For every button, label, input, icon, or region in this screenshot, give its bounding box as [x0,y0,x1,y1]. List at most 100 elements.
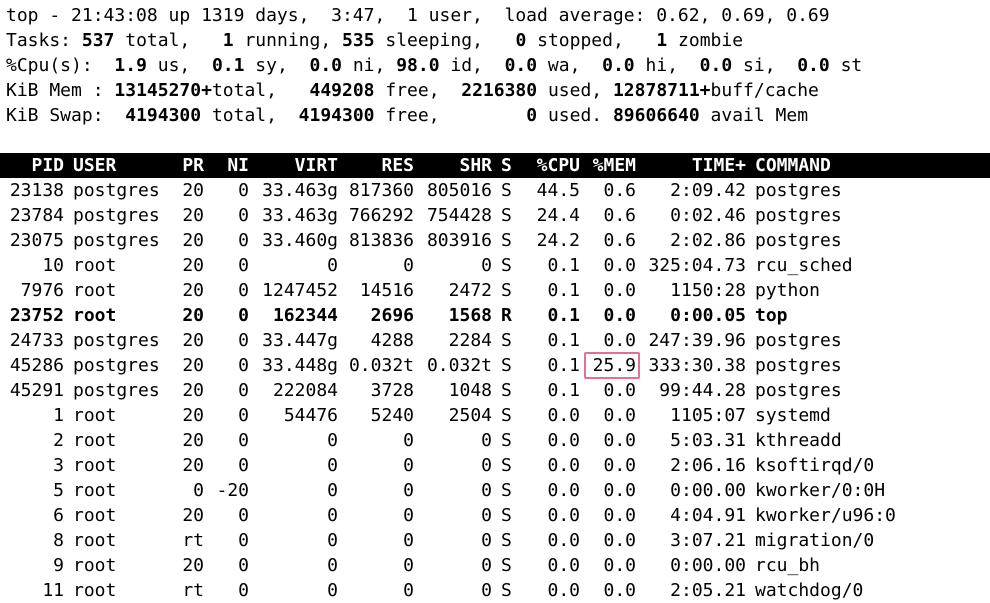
cell-time: 5:03.31 [670,430,746,451]
cell-ni: -20 [216,480,249,501]
cell-command: watchdog/0 [755,580,864,601]
cell-state: S [501,330,512,351]
table-row[interactable]: 45291 postgres 20 0 222084 3728 1048 S 0.1 0.0 99:… [0,378,990,403]
table-row[interactable]: 23138 postgres 20 0 33.463g 817360 805016 S 44.5… [0,178,990,203]
cell-command: postgres [755,180,842,201]
cell-shr: 0 [481,555,492,576]
cell-time: 4:04.91 [670,505,746,526]
cell-state: S [501,355,512,376]
cell-cpu: 24.4 [536,205,580,226]
table-row[interactable]: 45286 postgres 20 0 33.448g 0.032t 0.032t S 0.1 2… [0,353,990,378]
cell-shr: 1568 [448,305,492,326]
cpu-line: %Cpu(s): 1.9 us, 0.1 sy, 0.0 ni, 98.0 id… [6,55,863,76]
cell-ni: 0 [238,330,249,351]
col-virt[interactable]: VIRT [250,153,338,178]
table-row[interactable]: 2 root 20 0 0 0 0 S 0.0 0.0 5:03.31 kthreadd [0,428,990,453]
cell-command: postgres [755,230,842,251]
process-table-header: PID USER PR NI VIRT RES SHR S %CPU %MEM … [0,153,990,178]
cell-time: 1150:28 [670,280,746,301]
table-row[interactable]: 23784 postgres 20 0 33.463g 766292 754428 S 24.4… [0,203,990,228]
col-s[interactable]: S [501,153,515,178]
cell-pr: rt [182,530,204,551]
cell-time: 333:30.38 [648,355,746,376]
cell-state: S [501,480,512,501]
table-row[interactable]: 6 root 20 0 0 0 0 S 0.0 0.0 4:04.91 kworker/u96:0 [0,503,990,528]
table-row[interactable]: 23075 postgres 20 0 33.460g 813836 803916 S 24.2… [0,228,990,253]
cell-command: systemd [755,405,831,426]
cell-command: rcu_sched [755,255,853,276]
cell-user: root [73,280,117,301]
col-time[interactable]: TIME+ [640,153,746,178]
cell-res: 0 [403,430,414,451]
cell-virt: 0 [327,555,338,576]
cell-res: 2696 [370,305,414,326]
cell-pr: 20 [182,330,204,351]
cell-user: root [73,455,117,476]
cell-pr: 20 [182,280,204,301]
cell-pr: 20 [182,305,204,326]
cell-virt: 222084 [272,380,338,401]
col-user[interactable]: USER [73,153,163,178]
cell-cpu: 0.1 [547,330,580,351]
cell-user: postgres [73,180,160,201]
cell-shr: 805016 [426,180,492,201]
cell-mem: 0.0 [603,580,636,601]
table-row[interactable]: 24733 postgres 20 0 33.447g 4288 2284 S 0.1 0.0 24… [0,328,990,353]
cell-state: S [501,280,512,301]
cell-pid: 23752 [9,305,64,326]
cell-pid: 11 [42,580,64,601]
terminal-window[interactable]: top - 21:43:08 up 1319 days, 3:47, 1 use… [0,0,990,603]
uptime-line: top - 21:43:08 up 1319 days, 3:47, 1 use… [6,5,830,26]
cell-mem: 0.0 [603,280,636,301]
cell-shr: 0 [481,455,492,476]
col-mem[interactable]: %MEM [582,153,636,178]
cell-state: S [501,530,512,551]
cell-state: S [501,580,512,601]
cell-pid: 1 [53,405,64,426]
cell-pr: 20 [182,380,204,401]
table-row[interactable]: 7976 root 20 0 1247452 14516 2472 S 0.1 0.0 1150:2… [0,278,990,303]
cell-pid: 6 [53,505,64,526]
cell-cpu: 0.0 [547,480,580,501]
table-row[interactable]: 8 root rt 0 0 0 0 S 0.0 0.0 3:07.21 migration/0 [0,528,990,553]
cell-ni: 0 [238,555,249,576]
cell-time: 2:06.16 [670,455,746,476]
cell-virt: 1247452 [262,280,338,301]
cell-state: S [501,205,512,226]
col-ni[interactable]: NI [205,153,249,178]
cell-pid: 8 [53,530,64,551]
table-row[interactable]: 3 root 20 0 0 0 0 S 0.0 0.0 2:06.16 ksoftirqd/0 [0,453,990,478]
cell-time: 2:05.21 [670,580,746,601]
cell-command: postgres [755,380,842,401]
cell-mem: 0.0 [603,555,636,576]
cell-mem: 0.0 [603,505,636,526]
table-row[interactable]: 5 root 0 -20 0 0 0 S 0.0 0.0 0:00.00 kworker/0:0H [0,478,990,503]
cell-mem: 0.0 [603,305,636,326]
table-row[interactable]: 11 root rt 0 0 0 0 S 0.0 0.0 2:05.21 watchdog/0 [0,578,990,603]
mem-line: KiB Mem : 13145270+total, 449208 free, 2… [6,80,819,101]
table-row[interactable]: 1 root 20 0 54476 5240 2504 S 0.0 0.0 1105:07 syste… [0,403,990,428]
cell-virt: 0 [327,505,338,526]
cell-virt: 0 [327,580,338,601]
col-pr[interactable]: PR [168,153,204,178]
col-shr[interactable]: SHR [416,153,492,178]
cell-cpu: 44.5 [536,180,580,201]
table-row[interactable]: 10 root 20 0 0 0 0 S 0.1 0.0 325:04.73 rcu_sched [0,253,990,278]
cell-time: 2:09.42 [670,180,746,201]
table-row[interactable]: 9 root 20 0 0 0 0 S 0.0 0.0 0:00.00 rcu_bh [0,553,990,578]
cell-pid: 10 [42,255,64,276]
table-row[interactable]: 23752 root 20 0 162344 2696 1568 R 0.1 0.0 0:00.05… [0,303,990,328]
cell-res: 0 [403,255,414,276]
tasks-running: 1 [222,30,234,51]
cell-pid: 3 [53,455,64,476]
cell-pid: 45291 [9,380,64,401]
cell-ni: 0 [238,255,249,276]
cell-time: 247:39.96 [648,330,746,351]
col-pid[interactable]: PID [6,153,64,178]
col-command[interactable]: COMMAND [755,153,985,178]
cell-user: root [73,505,117,526]
col-cpu[interactable]: %CPU [520,153,580,178]
cell-pid: 2 [53,430,64,451]
cell-pid: 9 [53,555,64,576]
col-res[interactable]: RES [340,153,414,178]
